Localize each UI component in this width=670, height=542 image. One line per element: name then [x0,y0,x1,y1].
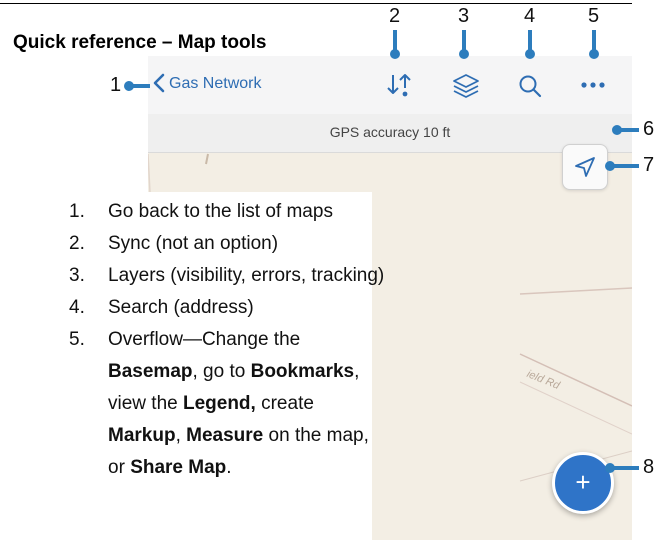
sync-icon[interactable] [385,72,415,98]
callout-4: 4 [524,5,536,27]
back-button[interactable]: Gas Network [169,75,261,93]
gps-accuracy-bar: GPS accuracy 10 ft [148,114,632,153]
layers-icon[interactable] [451,72,481,100]
top-rule [0,3,632,4]
add-feature-button[interactable]: + [552,452,614,514]
callout-6-leader [617,128,639,132]
callout-5: 5 [588,5,600,27]
callout-4-dot [525,49,535,59]
location-button[interactable] [562,144,608,190]
map-nav-bar: Gas Network [148,56,632,115]
callout-6: 6 [643,118,655,140]
callout-2: 2 [389,5,401,27]
list-item: 4. Search (address) [69,297,254,318]
list-item: 3. Layers (visibility, errors, tracking) [69,265,385,286]
callout-8-leader [610,466,639,470]
list-item: 1. Go back to the list of maps [69,201,333,222]
callout-7-leader [610,164,639,168]
search-icon[interactable] [516,72,544,100]
chevron-left-icon[interactable] [152,73,166,93]
callout-3-dot [459,49,469,59]
more-icon[interactable] [580,80,606,90]
plus-icon: + [575,467,591,497]
callout-5-dot [589,49,599,59]
callout-2-dot [390,49,400,59]
list-item: 2. Sync (not an option) [69,233,279,254]
instructions-panel: 1. Go back to the list of maps 2. Sync (no… [0,192,384,542]
callout-8: 8 [643,456,655,478]
list-item: 5. Overflow—Change the Basemap, go to Boo… [69,329,369,478]
callout-1-leader [128,84,150,88]
instructions-list: 1. Go back to the list of maps 2. Sync (no… [0,196,388,484]
callout-7: 7 [643,154,655,176]
callout-3: 3 [458,5,470,27]
callout-1: 1 [110,74,122,96]
location-arrow-icon [575,157,595,177]
gps-accuracy-text: GPS accuracy 10 ft [329,124,451,140]
page-title: Quick reference – Map tools [13,32,267,53]
